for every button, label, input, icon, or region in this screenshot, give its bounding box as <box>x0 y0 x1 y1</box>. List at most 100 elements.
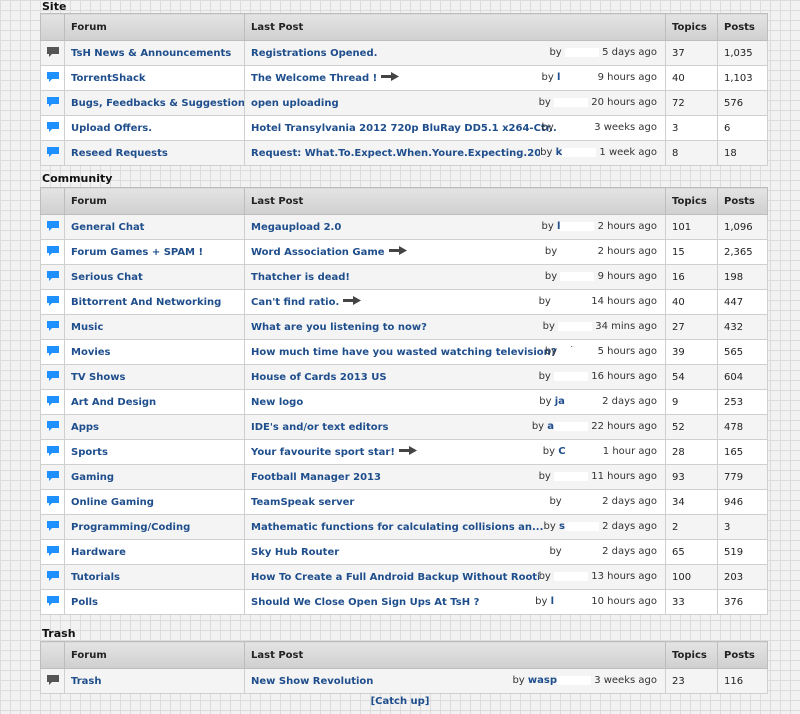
by-label: by <box>544 246 558 257</box>
posts-count: 604 <box>717 364 768 390</box>
last-post-user[interactable]: k <box>556 147 563 158</box>
forum-link[interactable]: Music <box>71 322 103 333</box>
topics-count: 93 <box>665 464 718 490</box>
speech-bubble-icon <box>46 370 60 385</box>
forum-link[interactable]: Reseed Requests <box>71 148 168 159</box>
forum-link[interactable]: Sports <box>71 447 108 458</box>
thread-link[interactable]: How much time have you wasted watching t… <box>251 347 557 358</box>
forum-link[interactable]: Programming/Coding <box>71 522 190 533</box>
topics-count: 2 <box>665 514 718 540</box>
catch-up-link[interactable]: [Catch up] <box>0 696 800 707</box>
table-row: Online Gaming TeamSpeak server by 2 days a… <box>40 489 768 515</box>
table-row: TV Shows House of Cards 2013 US by 16 hour… <box>40 364 768 390</box>
forum-link[interactable]: Apps <box>71 422 99 433</box>
last-post-time: 10 hours ago <box>591 596 657 607</box>
forum-name-cell: Gaming <box>64 464 245 490</box>
last-post-user[interactable]: a <box>547 421 554 432</box>
last-post-user[interactable]: C <box>558 446 565 457</box>
forum-icon-cell <box>40 239 65 265</box>
forum-link[interactable]: TsH News & Announcements <box>71 48 231 59</box>
thread-link[interactable]: How To Create a Full Android Backup With… <box>251 572 559 583</box>
last-post-time: 2 hours ago <box>597 221 657 232</box>
forum-link[interactable]: Gaming <box>71 472 114 483</box>
forum-link[interactable]: TorrentShack <box>71 73 146 84</box>
posts-count: 447 <box>717 289 768 315</box>
topics-count: 100 <box>665 564 718 590</box>
posts-count: 1,096 <box>717 214 768 240</box>
thread-link[interactable]: Word Association Game <box>251 247 385 258</box>
thread-link[interactable]: Sky Hub Router <box>251 547 339 558</box>
redacted-username <box>554 97 589 107</box>
redacted-username <box>554 471 589 481</box>
forum-table: Forum Last Post Topics Posts Trash New Show R… <box>40 641 768 694</box>
thread-link[interactable]: Should We Close Open Sign Ups At TsH ? <box>251 597 479 608</box>
by-label: by <box>540 147 553 158</box>
thread-link[interactable]: Thatcher is dead! <box>251 272 350 283</box>
thread-link[interactable]: open uploading <box>251 98 339 109</box>
last-post-user[interactable]: ja <box>555 396 565 407</box>
forum-link[interactable]: Trash <box>71 676 101 687</box>
thread-link[interactable]: Mathematic functions for calculating col… <box>251 522 543 533</box>
speech-bubble-icon <box>46 595 60 610</box>
thread-link[interactable]: TeamSpeak server <box>251 497 354 508</box>
forum-icon-cell <box>40 589 65 615</box>
speech-bubble-icon <box>46 295 60 310</box>
forum-link[interactable]: Bugs, Feedbacks & Suggestions <box>71 98 244 109</box>
thread-link[interactable]: Registrations Opened. <box>251 48 377 59</box>
last-post-cell: Registrations Opened. by 5 days ago <box>244 40 666 66</box>
thread-link[interactable]: New Show Revolution <box>251 676 373 687</box>
catch-up-anchor[interactable]: [Catch up] <box>371 696 430 707</box>
last-post-meta: by 9 hours ago <box>544 271 657 282</box>
forum-link[interactable]: Hardware <box>71 547 126 558</box>
thread-link[interactable]: What are you listening to now? <box>251 322 427 333</box>
by-label: by <box>538 371 551 382</box>
forum-table: Forum Last Post Topics Posts TsH News & Anno… <box>40 13 768 166</box>
thread-link[interactable]: Can't find ratio. <box>251 297 339 308</box>
redacted-username <box>554 571 589 581</box>
last-post-cell: How To Create a Full Android Backup With… <box>244 564 666 590</box>
forum-link[interactable]: General Chat <box>71 222 144 233</box>
table-header-row: Forum Last Post Topics Posts <box>40 641 768 669</box>
go-to-last-post-arrow-icon[interactable] <box>398 446 417 458</box>
thread-link[interactable]: House of Cards 2013 US <box>251 372 387 383</box>
thread-link[interactable]: Hotel Transylvania 2012 720p BluRay DD5.… <box>251 123 561 134</box>
forum-link[interactable]: Tutorials <box>71 572 120 583</box>
thread-link[interactable]: Football Manager 2013 <box>251 472 381 483</box>
last-post-cell: Thatcher is dead! by 9 hours ago <box>244 264 666 290</box>
last-post-meta: by wasp 3 weeks ago <box>512 675 657 686</box>
thread-link[interactable]: New logo <box>251 397 303 408</box>
go-to-last-post-arrow-icon[interactable] <box>343 296 362 308</box>
last-post-time: 2 days ago <box>602 521 657 532</box>
forum-link[interactable]: Serious Chat <box>71 272 143 283</box>
speech-bubble-icon <box>46 470 60 485</box>
thread-link[interactable]: Your favourite sport star! <box>251 447 395 458</box>
thread-link[interactable]: Request: What.To.Expect.When.Youre.Expec… <box>251 148 570 159</box>
forum-link[interactable]: Forum Games + SPAM ! <box>71 247 203 258</box>
go-to-last-post-arrow-icon[interactable] <box>381 72 400 84</box>
redacted-username <box>560 221 595 231</box>
forum-link[interactable]: TV Shows <box>71 372 125 383</box>
forum-name-cell: Forum Games + SPAM ! <box>64 239 245 265</box>
speech-bubble-icon <box>46 420 60 435</box>
forum-icon-cell <box>40 539 65 565</box>
forum-link[interactable]: Movies <box>71 347 111 358</box>
last-post-cell: House of Cards 2013 US by 16 hours ago <box>244 364 666 390</box>
speech-bubble-icon <box>46 395 60 410</box>
last-post-cell: Sky Hub Router by 2 days ago <box>244 539 666 565</box>
posts-count: 1,103 <box>717 65 768 91</box>
forum-link[interactable]: Bittorrent And Networking <box>71 297 221 308</box>
thread-link[interactable]: The Welcome Thread ! <box>251 73 377 84</box>
thread-link[interactable]: Megaupload 2.0 <box>251 222 341 233</box>
last-post-user[interactable]: wasp <box>528 675 557 686</box>
posts-count: 165 <box>717 439 768 465</box>
forum-name-cell: Hardware <box>64 539 245 565</box>
forum-name-cell: Bugs, Feedbacks & Suggestions <box>64 90 245 116</box>
forum-link[interactable]: Polls <box>71 597 98 608</box>
forum-link[interactable]: Art And Design <box>71 397 156 408</box>
forum-link[interactable]: Upload Offers. <box>71 123 152 134</box>
thread-link[interactable]: IDE's and/or text editors <box>251 422 389 433</box>
last-post-meta: by 3 weeks ago <box>542 122 657 133</box>
go-to-last-post-arrow-icon[interactable] <box>388 246 407 258</box>
table-row: Forum Games + SPAM ! Word Association Gam… <box>40 239 768 265</box>
forum-link[interactable]: Online Gaming <box>71 497 154 508</box>
